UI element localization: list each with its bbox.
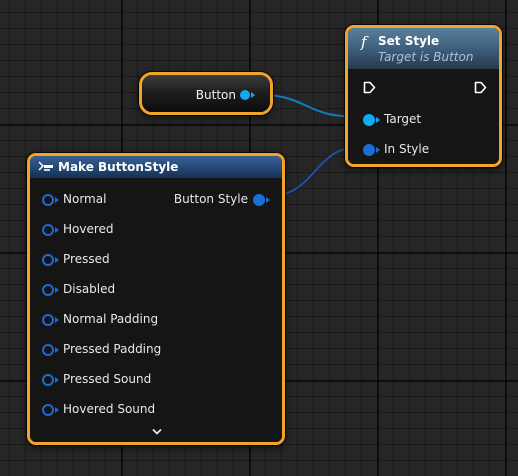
normal-padding-pin-label: Normal Padding	[63, 312, 159, 326]
set-style-body: f Set Style Target is Button Target In S…	[348, 28, 499, 164]
button-style-output-row[interactable]: Button Style	[160, 192, 270, 208]
button-output-pin[interactable]	[240, 90, 250, 100]
button-style-output-label: Button Style	[173, 192, 248, 206]
in-style-pin-icon[interactable]	[363, 144, 375, 156]
hovered-pin-label: Hovered	[63, 222, 114, 236]
normal-pin-label: Normal	[63, 192, 107, 206]
target-pin-icon[interactable]	[363, 114, 375, 126]
set-style-node[interactable]: f Set Style Target is Button Target In S…	[345, 25, 502, 167]
button-output-pin-arrow	[251, 92, 255, 98]
pressed-pin-icon[interactable]	[42, 254, 54, 266]
set-style-subtitle: Target is Button	[378, 50, 474, 64]
pressed-sound-pin-icon[interactable]	[42, 374, 54, 386]
normal-padding-pin-arrow	[55, 317, 59, 323]
hovered-sound-pin-label: Hovered Sound	[63, 402, 156, 416]
pressed-pin-label: Pressed	[63, 252, 110, 266]
make-buttonstyle-header: Make ButtonStyle	[30, 156, 282, 178]
pressed-padding-pin-arrow	[55, 347, 59, 353]
button-variable-body: Button	[142, 75, 270, 112]
button-style-output-pin-icon[interactable]	[253, 194, 265, 206]
hovered-sound-pin-arrow	[55, 407, 59, 413]
normal-pin-icon[interactable]	[42, 194, 54, 206]
pressed-padding-pin-icon[interactable]	[42, 344, 54, 356]
chevron-down-icon[interactable]	[152, 428, 162, 436]
blueprint-graph-canvas[interactable]: Button f Set Style Target is Button Targ…	[0, 0, 518, 476]
in-style-pin-arrow	[376, 147, 380, 153]
make-buttonstyle-title: Make ButtonStyle	[58, 160, 179, 174]
disabled-pin-label: Disabled	[63, 282, 116, 296]
button-style-output-pin-arrow	[266, 197, 270, 203]
exec-input-pin-icon[interactable]	[363, 81, 376, 94]
hovered-pin-arrow	[55, 227, 59, 233]
button-variable-label: Button	[195, 88, 236, 102]
in-style-pin-label: In Style	[384, 142, 430, 156]
pressed-sound-pin-label: Pressed Sound	[63, 372, 152, 386]
target-pin-label: Target	[384, 112, 422, 126]
disabled-pin-icon[interactable]	[42, 284, 54, 296]
button-variable-node[interactable]: Button	[139, 72, 273, 115]
target-pin-arrow	[376, 117, 380, 123]
pressed-pin-arrow	[55, 257, 59, 263]
function-icon: f	[361, 33, 367, 51]
hovered-pin-icon[interactable]	[42, 224, 54, 236]
normal-padding-pin-icon[interactable]	[42, 314, 54, 326]
hovered-sound-pin-icon[interactable]	[42, 404, 54, 416]
normal-pin-arrow	[55, 197, 59, 203]
make-buttonstyle-node[interactable]: Make ButtonStyle Normal Hovered Pressed	[27, 153, 285, 445]
pressed-padding-pin-label: Pressed Padding	[63, 342, 162, 356]
set-style-header: f Set Style Target is Button	[348, 28, 499, 69]
set-style-title: Set Style	[378, 34, 440, 48]
pressed-sound-pin-arrow	[55, 377, 59, 383]
make-buttonstyle-body: Make ButtonStyle Normal Hovered Pressed	[30, 156, 282, 442]
exec-output-pin-icon[interactable]	[474, 81, 487, 94]
make-struct-icon	[38, 161, 53, 171]
disabled-pin-arrow	[55, 287, 59, 293]
